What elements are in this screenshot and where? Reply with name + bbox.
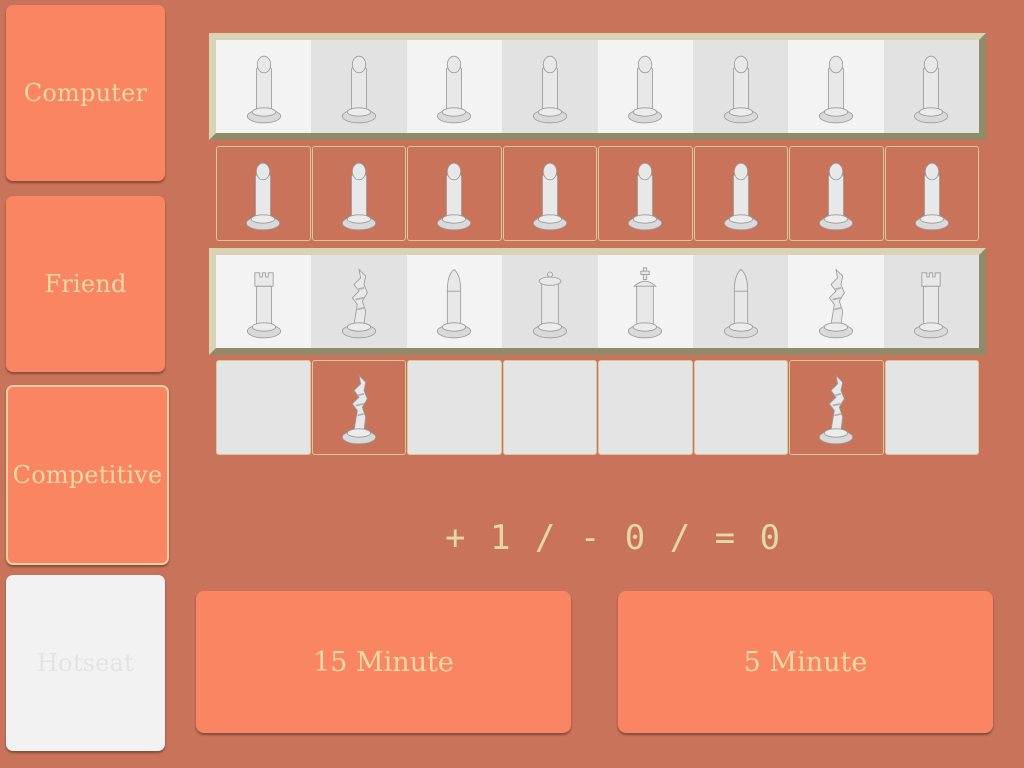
board-square[interactable] [311, 255, 407, 348]
bishop-piece-icon [429, 256, 479, 348]
pawn-piece-icon [811, 148, 861, 240]
piece-slot[interactable] [789, 146, 884, 241]
pawn-piece-icon [334, 148, 384, 240]
mode-label: Competitive [12, 461, 163, 489]
board-square[interactable] [692, 255, 789, 348]
board-square[interactable] [883, 40, 979, 133]
knight-piece-icon [811, 256, 861, 348]
piece-slot[interactable] [598, 146, 693, 241]
back-rank-frame [209, 248, 986, 355]
empty-slot[interactable] [216, 360, 311, 455]
time-control-5-minute-button[interactable]: 5 Minute [618, 591, 993, 733]
mode-button-friend[interactable]: Friend [6, 196, 165, 372]
piece-slot[interactable] [502, 146, 597, 241]
pawn-rank-frame [209, 33, 986, 140]
knight-piece-icon [334, 362, 384, 454]
pawn-piece-icon [716, 148, 766, 240]
empty-slot[interactable] [884, 360, 979, 455]
board-square[interactable] [597, 40, 693, 133]
pawn-piece-icon [906, 41, 956, 133]
empty-slot[interactable] [693, 360, 788, 455]
mode-label: Hotseat [37, 649, 134, 677]
board-square[interactable] [406, 255, 503, 348]
mode-label: Computer [23, 79, 148, 107]
pawn-piece-icon [907, 148, 957, 240]
piece-slot[interactable] [311, 360, 406, 455]
pawn-piece-icon [811, 41, 861, 133]
pawn-piece-icon [525, 41, 575, 133]
board-square[interactable] [788, 40, 884, 133]
empty-slot[interactable] [598, 360, 693, 455]
mode-label: Friend [44, 270, 127, 298]
pawn-cell-row [216, 146, 979, 241]
board-square[interactable] [216, 255, 312, 348]
score-readout: + 1 / - 0 / = 0 [445, 518, 783, 558]
board-square[interactable] [406, 40, 503, 133]
mode-button-computer[interactable]: Computer [6, 5, 165, 181]
rook-piece-icon [239, 256, 289, 348]
time-control-label: 15 Minute [313, 646, 454, 678]
pawn-piece-icon [716, 41, 766, 133]
time-control-15-minute-button[interactable]: 15 Minute [196, 591, 571, 733]
knight-piece-icon [811, 362, 861, 454]
pawn-piece-icon [525, 148, 575, 240]
knight-piece-icon [334, 256, 384, 348]
empty-slot[interactable] [502, 360, 597, 455]
empty-slot[interactable] [407, 360, 502, 455]
piece-slot[interactable] [789, 360, 884, 455]
piece-slot[interactable] [693, 146, 788, 241]
board-square[interactable] [597, 255, 693, 348]
bishop-piece-icon [716, 256, 766, 348]
pawn-piece-icon [429, 148, 479, 240]
mode-button-hotseat: Hotseat [6, 575, 165, 751]
king-piece-icon [620, 256, 670, 348]
piece-slot[interactable] [884, 146, 979, 241]
mode-button-competitive[interactable]: Competitive [6, 385, 169, 565]
piece-slot[interactable] [216, 146, 311, 241]
board-square[interactable] [311, 40, 407, 133]
board-square[interactable] [502, 255, 598, 348]
queen-piece-icon [525, 256, 575, 348]
board-square[interactable] [216, 40, 312, 133]
pawn-piece-icon [620, 41, 670, 133]
pawn-piece-icon [334, 41, 384, 133]
board-square[interactable] [883, 255, 979, 348]
rook-piece-icon [906, 256, 956, 348]
pawn-piece-icon [429, 41, 479, 133]
board-square[interactable] [788, 255, 884, 348]
piece-slot[interactable] [407, 146, 502, 241]
board-square[interactable] [692, 40, 789, 133]
piece-selection-row [216, 360, 979, 455]
pawn-piece-icon [238, 148, 288, 240]
time-control-label: 5 Minute [743, 646, 868, 678]
pawn-piece-icon [239, 41, 289, 133]
board-square[interactable] [502, 40, 598, 133]
piece-slot[interactable] [311, 146, 406, 241]
pawn-piece-icon [620, 148, 670, 240]
